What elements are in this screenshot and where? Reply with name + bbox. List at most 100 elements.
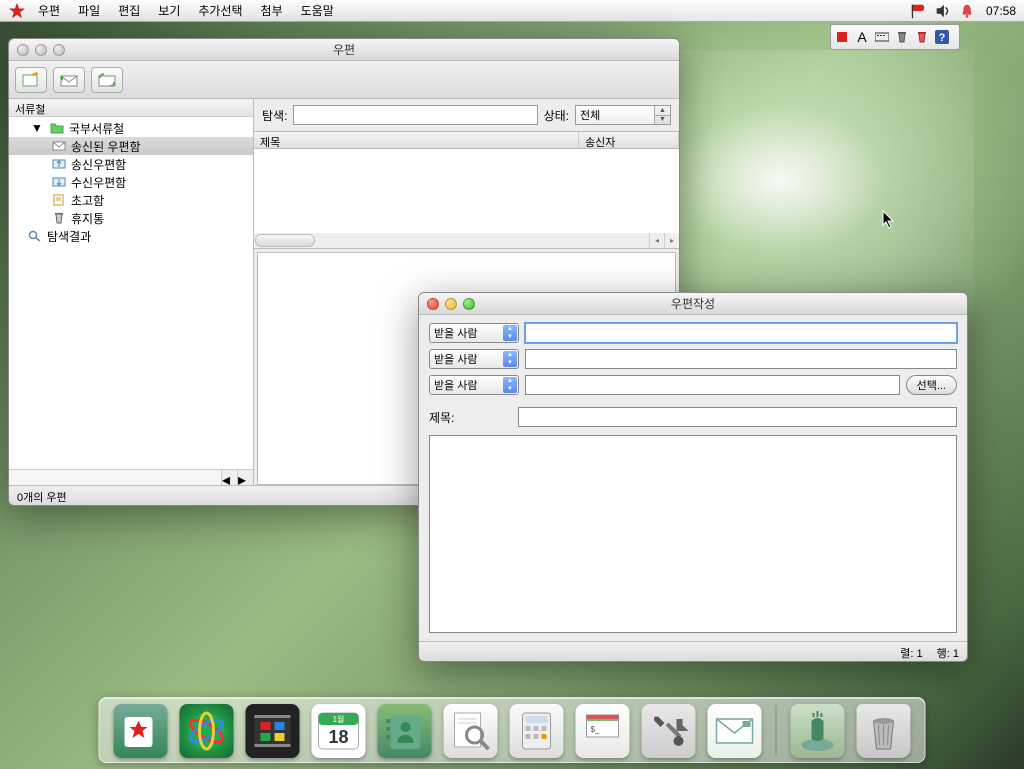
mail-close-icon[interactable] [17,44,29,56]
dock-mail-app[interactable] [708,704,762,758]
dock-book-app[interactable] [114,704,168,758]
dock-separator [776,705,777,755]
svg-text:$_: $_ [591,725,600,734]
menubar: 우편 파일 편집 보기 추가선택 첨부 도움말 07:58 [0,0,1024,22]
state-value: 전체 [580,107,600,123]
dock-calculator-app[interactable] [510,704,564,758]
dock-browser-app[interactable] [180,704,234,758]
message-list-hscroll[interactable]: ◂▸ [254,233,679,248]
message-list[interactable]: ◂▸ [254,149,679,249]
trash-red-icon[interactable] [913,28,931,46]
select-recipient-button[interactable]: 선택... [906,375,957,395]
folder-trash[interactable]: 휴지통 [9,209,253,227]
menu-view[interactable]: 보기 [158,2,180,19]
folder-inbox[interactable]: 수신우편함 [9,173,253,191]
disclosure-triangle-icon[interactable]: ▼ [29,121,45,135]
flag-tray-icon[interactable] [910,2,928,20]
dock-music-app[interactable] [791,704,845,758]
folder-tree[interactable]: ▼ 국부서류철 송신된 우편함 송신우편함 수신우편함 [9,117,253,469]
search-label: 탐색: [262,107,287,124]
dock-contacts-app[interactable] [378,704,432,758]
help-icon[interactable]: ? [933,28,951,46]
folder-label: 수신우편함 [71,174,126,191]
dock-utilities-app[interactable] [642,704,696,758]
text-a-icon[interactable]: A [853,28,871,46]
recipient-type-dropdown-3[interactable]: 받을 사람 ▲▼ [429,375,519,395]
folder-pane-header: 서류철 [9,99,253,117]
subject-input[interactable] [518,407,957,427]
column-sender[interactable]: 송신자 [579,132,679,148]
menu-file[interactable]: 파일 [78,2,100,19]
dock-media-app[interactable] [246,704,300,758]
compose-minimize-icon[interactable] [445,298,457,310]
record-icon[interactable] [833,28,851,46]
menu-edit[interactable]: 편집 [118,2,140,19]
mouse-cursor-icon [882,210,896,230]
recipient-input-2[interactable] [525,349,957,369]
svg-text:18: 18 [328,727,348,747]
compose-status-bar: 렬: 1 행: 1 [419,641,967,661]
folder-root-label: 국부서류철 [69,120,124,137]
compose-zoom-icon[interactable] [463,298,475,310]
dock-trash[interactable] [857,704,911,758]
compose-window: 우편작성 받을 사람 ▲▼ 받을 사람 ▲▼ 받을 사람 ▲▼ 선택... [418,292,968,662]
recipient-dd-label: 받을 사람 [434,351,478,367]
svg-text:?: ? [939,32,946,44]
status-column: 렬: 1 [900,645,922,658]
clock[interactable]: 07:58 [986,4,1016,18]
svg-text:1월: 1월 [333,714,345,724]
trash-mini-icon[interactable] [893,28,911,46]
mail-titlebar[interactable]: 우편 [9,39,679,61]
keyboard-icon[interactable] [873,28,891,46]
recipient-type-dropdown-2[interactable]: 받을 사람 ▲▼ [429,349,519,369]
folder-hscroll[interactable]: ◂▸ [9,469,253,485]
volume-tray-icon[interactable] [934,2,952,20]
drafts-icon [51,193,67,207]
dock-terminal-app[interactable]: $_ [576,704,630,758]
outbox-icon [51,157,67,171]
recipient-type-dropdown-1[interactable]: 받을 사람 ▲▼ [429,323,519,343]
state-dropdown[interactable]: 전체 ▲▼ [575,105,671,125]
compose-body-textarea[interactable] [429,435,957,633]
compose-titlebar[interactable]: 우편작성 [419,293,967,315]
menu-help[interactable]: 도움말 [301,2,334,19]
notification-tray-icon[interactable] [958,2,976,20]
state-label: 상태: [544,107,569,124]
folder-label: 초고함 [71,192,104,209]
sent-mail-icon [51,139,67,153]
mail-window-title: 우편 [333,41,355,58]
input-tool-palette[interactable]: A ? [830,24,960,50]
search-input[interactable] [293,105,537,125]
dock-search-app[interactable] [444,704,498,758]
reply-button[interactable] [53,67,85,93]
folder-label: 송신우편함 [71,156,126,173]
column-subject[interactable]: 제목 [254,132,579,148]
send-receive-button[interactable] [91,67,123,93]
search-icon [27,229,43,243]
message-list-header: 제목 송신자 [254,131,679,149]
folder-pane: 서류철 ▼ 국부서류철 송신된 우편함 송신우편함 수신우편함 [9,99,254,485]
compose-button[interactable] [15,67,47,93]
recipient-dd-label: 받을 사람 [434,377,478,393]
inbox-icon [51,175,67,189]
mail-toolbar [9,61,679,99]
compose-close-icon[interactable] [427,298,439,310]
mail-zoom-icon[interactable] [53,44,65,56]
recipient-input-1[interactable] [525,323,957,343]
menu-select-more[interactable]: 추가선택 [198,2,242,19]
folder-outbox[interactable]: 송신우편함 [9,155,253,173]
recipient-dd-label: 받을 사람 [434,325,478,341]
menu-attach[interactable]: 첨부 [261,2,283,19]
menu-mail[interactable]: 우편 [38,2,60,19]
status-row: 행: 1 [937,645,959,658]
folder-root[interactable]: ▼ 국부서류철 [9,119,253,137]
folder-label: 탐색결과 [47,228,91,245]
folder-drafts[interactable]: 초고함 [9,191,253,209]
folder-sent[interactable]: 송신된 우편함 [9,137,253,155]
recipient-input-3[interactable] [525,375,900,395]
folder-search-results[interactable]: 탐색결과 [9,227,253,245]
folder-label: 송신된 우편함 [71,138,141,155]
dock-calendar-app[interactable]: 1월18 [312,704,366,758]
mail-minimize-icon[interactable] [35,44,47,56]
folder-icon [49,121,65,135]
